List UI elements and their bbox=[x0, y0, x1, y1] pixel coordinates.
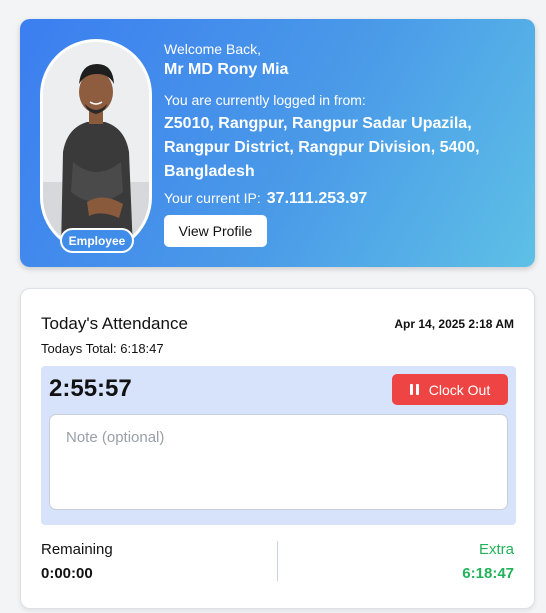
attendance-card: Today's Attendance Apr 14, 2025 2:18 AM … bbox=[20, 288, 535, 609]
login-location: Z5010, Rangpur, Rangpur Sadar Upazila, R… bbox=[164, 112, 524, 184]
avatar bbox=[40, 39, 152, 253]
note-input[interactable] bbox=[49, 414, 508, 510]
clock-out-button[interactable]: Clock Out bbox=[392, 374, 508, 405]
profile-card: Employee Welcome Back, Mr MD Rony Mia Yo… bbox=[20, 19, 535, 267]
profile-photo bbox=[43, 42, 149, 250]
role-badge: Employee bbox=[60, 228, 134, 253]
pause-icon bbox=[409, 384, 419, 395]
dashboard-page: Employee Welcome Back, Mr MD Rony Mia Yo… bbox=[0, 0, 546, 613]
ip-label: Your current IP: bbox=[164, 190, 261, 206]
elapsed-timer: 2:55:57 bbox=[49, 375, 132, 402]
view-profile-button[interactable]: View Profile bbox=[164, 215, 267, 247]
remaining-label: Remaining bbox=[41, 541, 113, 558]
timer-panel: 2:55:57 Clock Out bbox=[41, 366, 516, 525]
attendance-title: Today's Attendance bbox=[41, 314, 188, 333]
extra-value: 6:18:47 bbox=[462, 565, 514, 582]
profile-info: Welcome Back, Mr MD Rony Mia You are cur… bbox=[164, 40, 524, 210]
stats-divider bbox=[277, 541, 278, 581]
remaining-value: 0:00:00 bbox=[41, 565, 93, 582]
extra-label: Extra bbox=[478, 541, 514, 558]
attendance-datetime: Apr 14, 2025 2:18 AM bbox=[394, 317, 514, 331]
clock-out-label: Clock Out bbox=[428, 381, 491, 398]
ip-value: 37.111.253.97 bbox=[266, 190, 368, 207]
location-line: Bangladesh bbox=[164, 163, 255, 180]
location-line: Z5010, Rangpur, Rangpur Sadar Upazila, bbox=[164, 115, 472, 132]
login-location-label: You are currently logged in from: bbox=[164, 92, 366, 108]
ip-row: Your current IP: 37.111.253.97 bbox=[164, 187, 524, 210]
welcome-text: Welcome Back, bbox=[164, 41, 261, 57]
todays-total: Todays Total: 6:18:47 bbox=[41, 341, 164, 356]
user-name: Mr MD Rony Mia bbox=[164, 61, 289, 78]
location-line: Rangpur District, Rangpur Division, 5400… bbox=[164, 139, 480, 156]
